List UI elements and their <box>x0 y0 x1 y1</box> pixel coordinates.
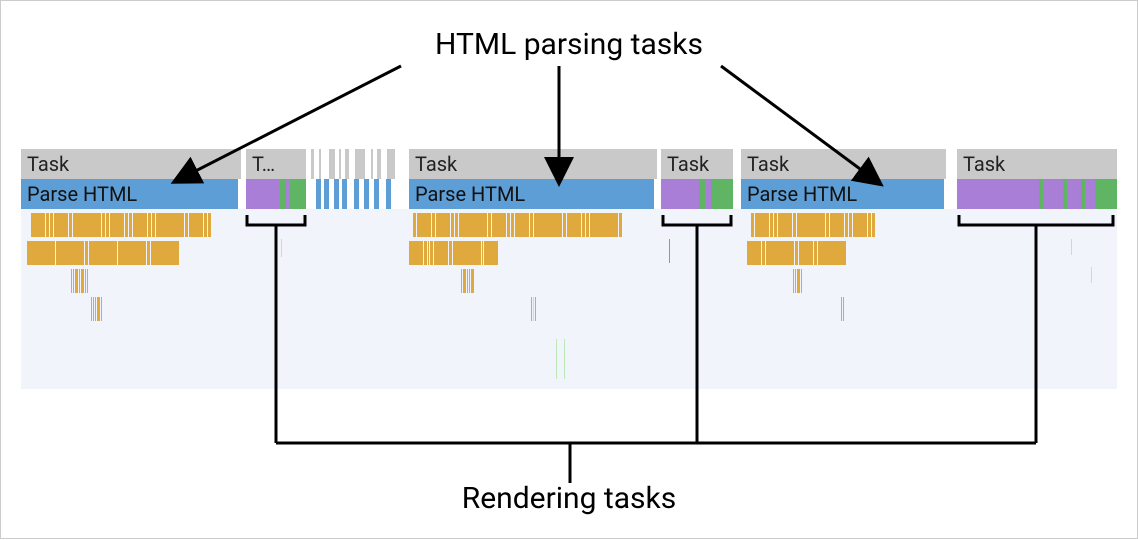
render-block <box>957 179 1117 209</box>
performance-timeline: Task T… Task Task Task Task Parse HTML <box>21 149 1117 389</box>
parse-html-block: Parse HTML <box>409 179 654 209</box>
task-header-row: Task T… Task Task Task Task <box>21 149 1117 179</box>
task-block: Task <box>661 149 733 179</box>
render-block <box>661 179 733 209</box>
task-block: Task <box>21 149 241 179</box>
task-block: Task <box>957 149 1117 179</box>
task-block-truncated: T… <box>246 149 306 179</box>
parse-ticks <box>316 179 401 209</box>
label-rendering-tasks: Rendering tasks <box>1 481 1137 516</box>
render-block <box>246 179 306 209</box>
parse-row: Parse HTML Parse HTML Parse HTML <box>21 179 1117 209</box>
task-block: Task <box>409 149 657 179</box>
task-ticks <box>311 149 401 179</box>
parse-html-block: Parse HTML <box>21 179 238 209</box>
label-html-parsing-tasks: HTML parsing tasks <box>1 27 1137 62</box>
detail-area <box>21 209 1117 389</box>
parse-html-block: Parse HTML <box>741 179 944 209</box>
task-block: Task <box>741 149 946 179</box>
